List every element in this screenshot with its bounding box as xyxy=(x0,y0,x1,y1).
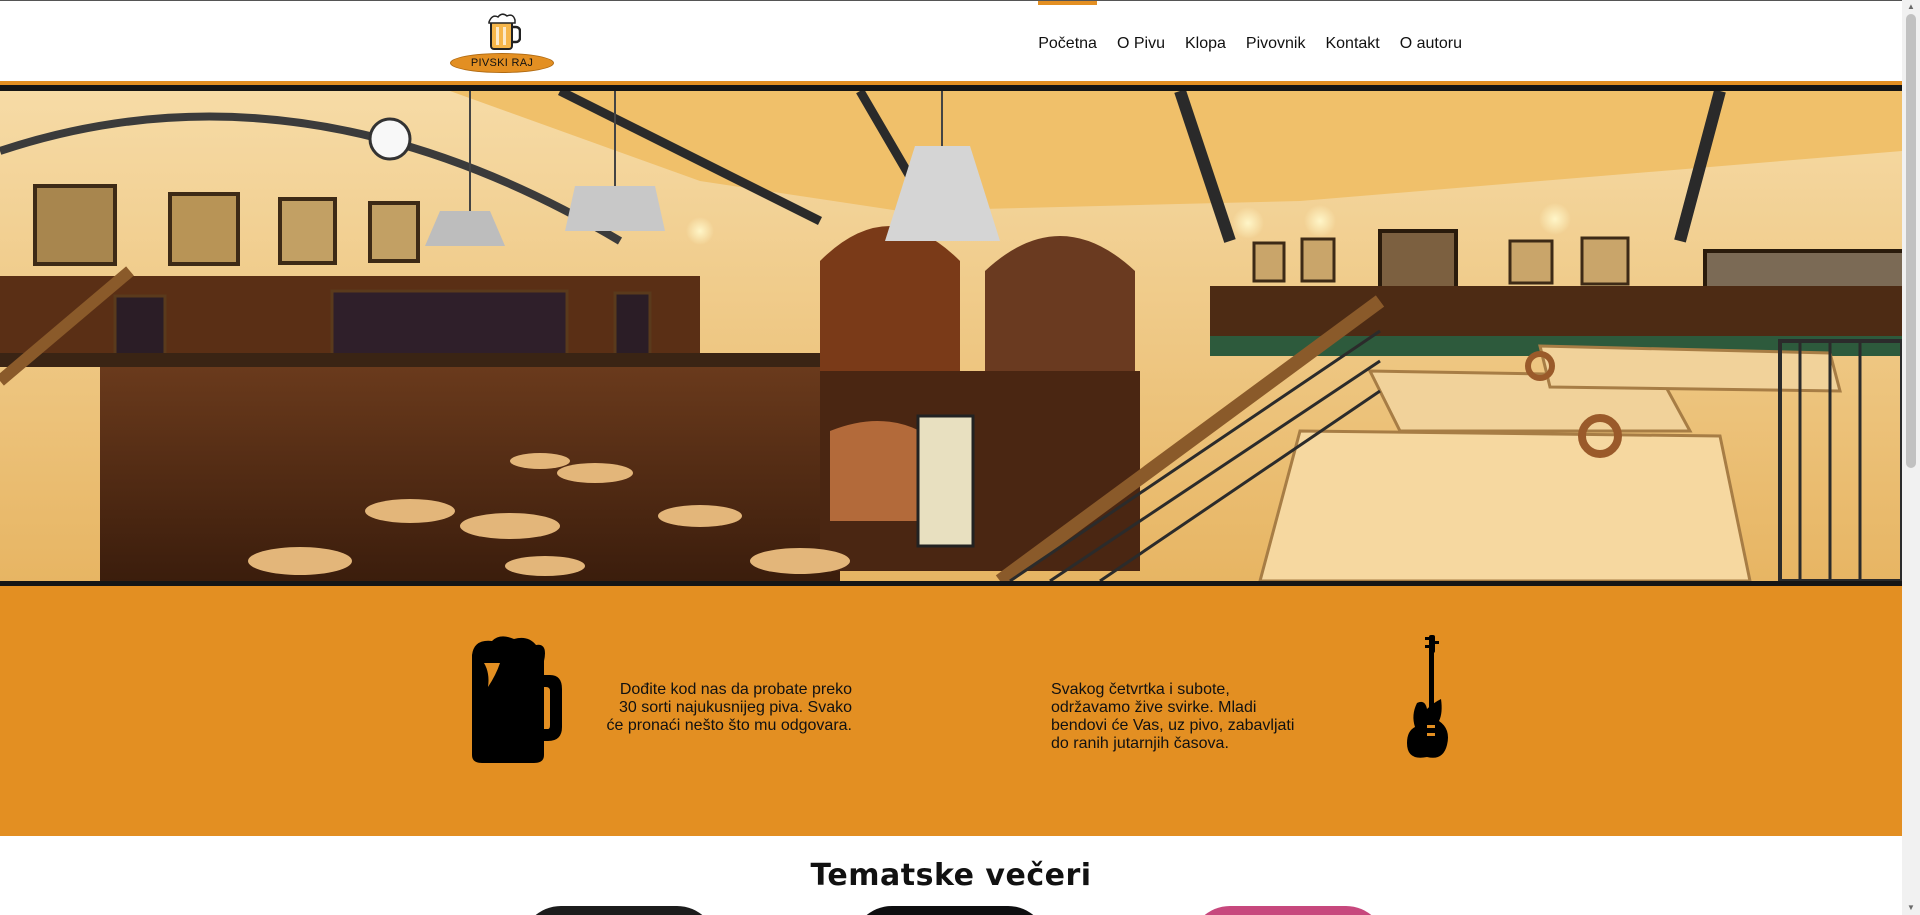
hero-illustration xyxy=(0,91,1902,581)
vertical-scrollbar[interactable]: ▲ ▼ xyxy=(1902,0,1920,915)
feature-music-text: Svakog četvrtka i subote, održavamo žive… xyxy=(1051,681,1295,752)
scrollbar-thumb[interactable] xyxy=(1906,14,1916,468)
feature-beer-text: Dođite kod nas da probate preko 30 sorti… xyxy=(606,681,852,734)
themed-night-card[interactable] xyxy=(852,906,1048,915)
nav-item-pocetna[interactable]: Početna xyxy=(1038,1,1097,53)
nav-item-pivovnik[interactable]: Pivovnik xyxy=(1246,1,1306,53)
scroll-down-arrow-icon[interactable]: ▼ xyxy=(1902,901,1920,915)
themed-night-card[interactable] xyxy=(1190,906,1386,915)
logo-text: PIVSKI RAJ xyxy=(450,53,554,73)
main-nav: Početna O Pivu Klopa Pivovnik Kontakt O … xyxy=(1018,1,1462,82)
section-title-tematske-veceri: Tematske večeri xyxy=(810,858,1092,893)
themed-night-card[interactable] xyxy=(521,906,717,915)
site-logo[interactable]: PIVSKI RAJ xyxy=(450,13,554,75)
logo-beer-mug-icon xyxy=(488,13,521,50)
nav-item-kontakt[interactable]: Kontakt xyxy=(1325,1,1379,53)
site-header: PIVSKI RAJ Početna O Pivu Klopa Pivovnik… xyxy=(0,1,1902,82)
page: PIVSKI RAJ Početna O Pivu Klopa Pivovnik… xyxy=(0,0,1902,915)
nav-item-o-pivu[interactable]: O Pivu xyxy=(1117,1,1165,53)
scroll-up-arrow-icon[interactable]: ▲ xyxy=(1902,0,1920,14)
electric-guitar-icon xyxy=(1407,635,1448,758)
features-section: Dođite kod nas da probate preko 30 sorti… xyxy=(0,586,1902,836)
beer-mug-icon xyxy=(472,636,562,763)
nav-item-o-autoru[interactable]: O autoru xyxy=(1400,1,1462,53)
nav-item-klopa[interactable]: Klopa xyxy=(1185,1,1226,53)
hero-image-beer-hall xyxy=(0,91,1902,581)
